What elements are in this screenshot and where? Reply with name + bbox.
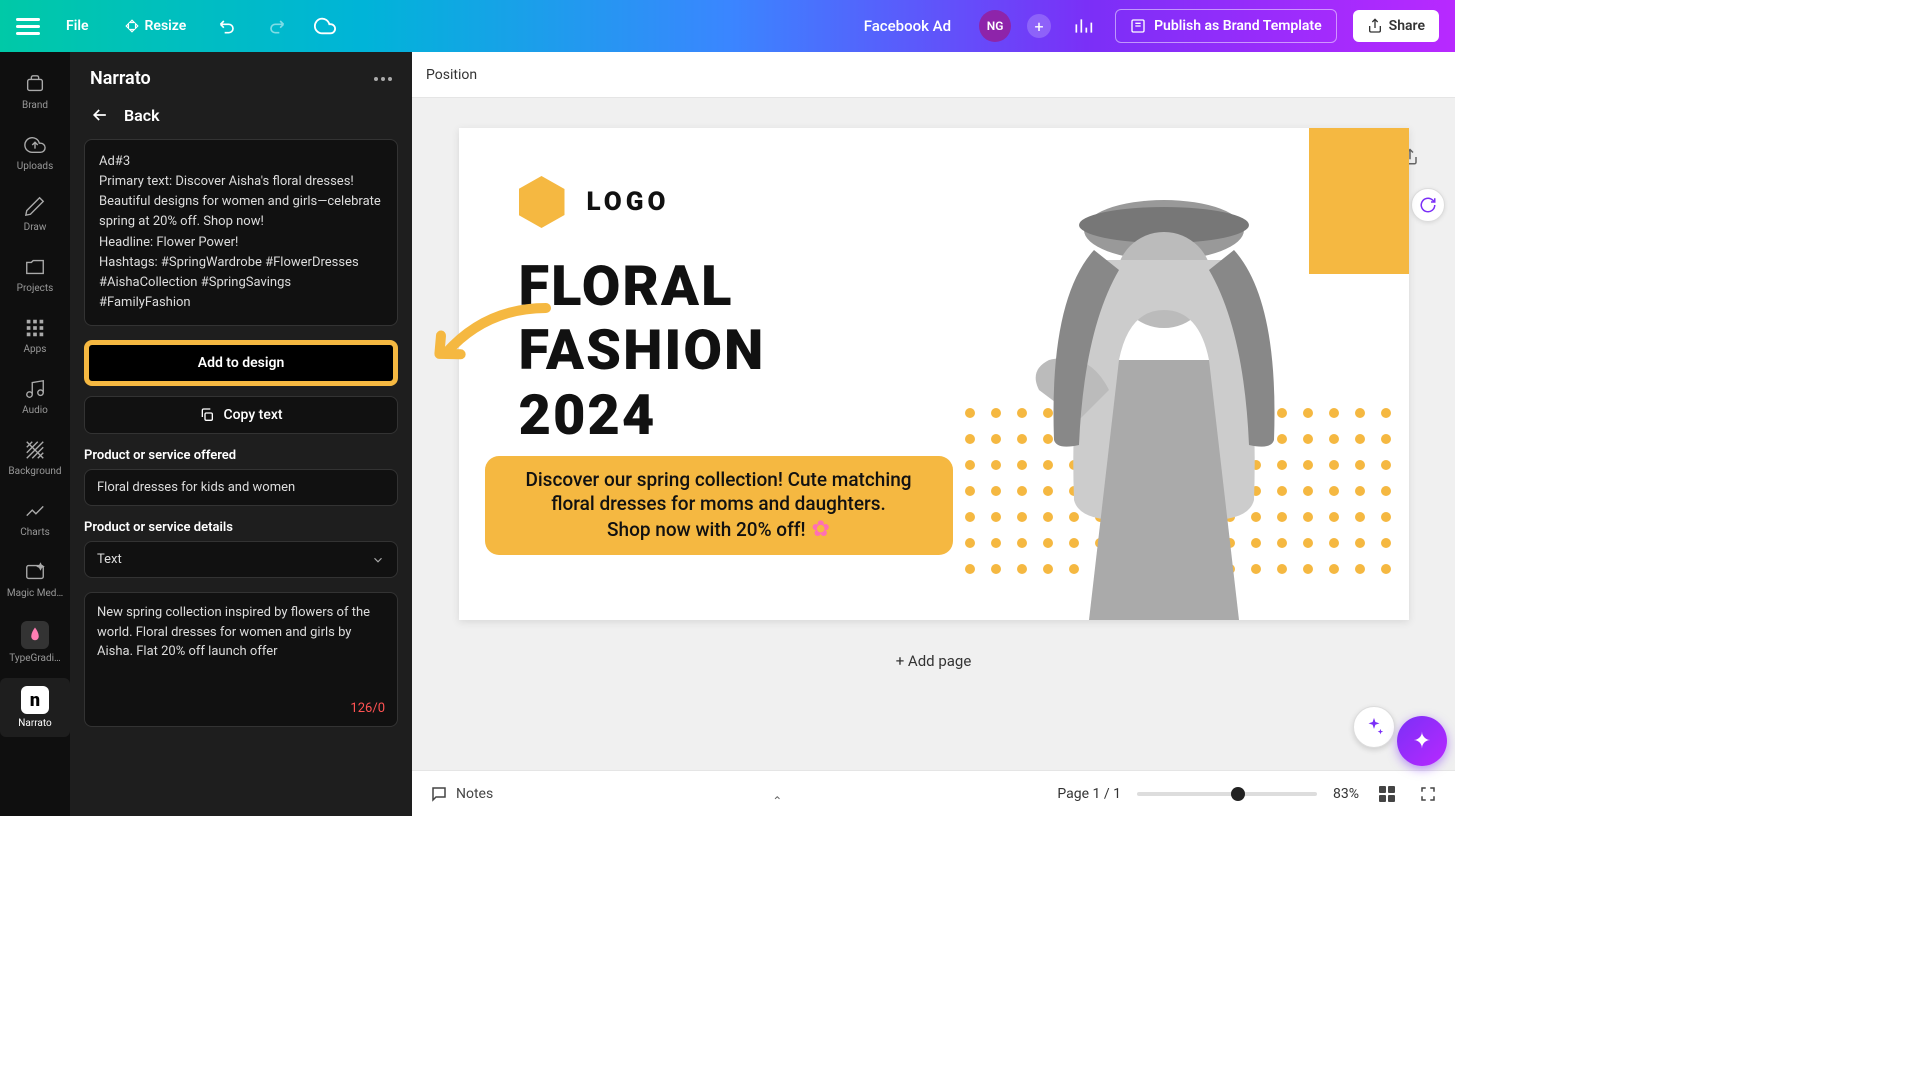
generated-ad-card: Ad#3 Primary text: Discover Aisha's flor…	[84, 139, 398, 326]
add-page-button[interactable]: + Add page	[459, 640, 1409, 682]
main-layout: Brand Uploads Draw Projects Apps Audio B…	[0, 52, 1455, 816]
details-type-select[interactable]: Text	[84, 541, 398, 578]
copy-text-button[interactable]: Copy text	[84, 396, 398, 434]
analytics-button[interactable]	[1067, 10, 1099, 42]
rail-magic-media[interactable]: Magic Med…	[0, 552, 70, 607]
back-label: Back	[124, 106, 160, 125]
logo-text: LOGO	[587, 187, 670, 217]
cloud-sync-icon[interactable]	[308, 9, 342, 43]
details-textarea[interactable]	[97, 603, 385, 689]
details-label: Product or service details	[84, 520, 398, 535]
char-counter: 126/0	[97, 701, 385, 716]
narrato-panel: Narrato Back Ad#3 Primary text: Discover…	[70, 52, 412, 816]
product-input[interactable]	[84, 469, 398, 506]
add-collaborator-button[interactable]: +	[1027, 14, 1051, 38]
zoom-percent[interactable]: 83%	[1333, 786, 1359, 802]
hexagon-icon	[519, 176, 565, 228]
panel-title: Narrato	[90, 68, 151, 89]
expand-pages-button[interactable]: ⌃	[772, 794, 782, 808]
publish-brand-template-button[interactable]: Publish as Brand Template	[1115, 9, 1337, 43]
rail-draw[interactable]: Draw	[0, 186, 70, 241]
page-indicator: Page 1 / 1	[1057, 786, 1121, 802]
copy-icon	[199, 407, 215, 423]
subhead-box: Discover our spring collection! Cute mat…	[485, 456, 953, 555]
regenerate-fab[interactable]	[1411, 188, 1445, 222]
rail-typegradient[interactable]: TypeGradi…	[0, 613, 70, 672]
panel-more-button[interactable]	[374, 77, 392, 81]
add-to-design-button[interactable]: Add to design	[84, 340, 398, 386]
rail-charts[interactable]: Charts	[0, 491, 70, 546]
zoom-slider[interactable]	[1137, 792, 1317, 796]
position-toolbar[interactable]: Position	[412, 52, 1455, 98]
logo-row: LOGO	[519, 176, 670, 228]
rail-uploads[interactable]: Uploads	[0, 125, 70, 180]
product-label: Product or service offered	[84, 448, 398, 463]
grid-view-button[interactable]	[1375, 782, 1399, 806]
model-photo	[979, 160, 1349, 620]
design-page-1[interactable]: LOGO FLORAL FASHION 2024 Discover our sp…	[459, 128, 1409, 620]
annotation-arrow	[416, 298, 556, 398]
rail-narrato[interactable]: n Narrato	[0, 678, 70, 737]
flower-emoji-icon: ✿	[812, 516, 830, 544]
details-textarea-wrapper: 126/0	[84, 592, 398, 727]
rail-brand[interactable]: Brand	[0, 64, 70, 119]
rail-apps[interactable]: Apps	[0, 308, 70, 363]
resize-menu[interactable]: Resize	[115, 12, 197, 40]
undo-button[interactable]	[212, 10, 244, 42]
fullscreen-button[interactable]	[1415, 781, 1441, 807]
magic-fab[interactable]: ✦	[1397, 716, 1447, 766]
top-bar: File Resize Facebook Ad NG + Publish as …	[0, 0, 1455, 52]
user-avatar[interactable]: NG	[979, 10, 1011, 42]
canvas-viewport[interactable]: LOGO FLORAL FASHION 2024 Discover our sp…	[412, 98, 1455, 770]
notes-button[interactable]: Notes	[426, 781, 497, 807]
main-menu-button[interactable]	[16, 14, 40, 38]
canvas-area: Position LOGO	[412, 52, 1455, 816]
rail-projects[interactable]: Projects	[0, 247, 70, 302]
sparkle-fab[interactable]	[1353, 706, 1395, 748]
back-button[interactable]	[90, 105, 110, 125]
footer-bar: Notes ⌃ Page 1 / 1 83%	[412, 770, 1455, 816]
rail-audio[interactable]: Audio	[0, 369, 70, 424]
share-button[interactable]: Share	[1353, 10, 1439, 42]
chevron-down-icon	[371, 553, 385, 567]
file-menu[interactable]: File	[56, 12, 99, 40]
left-icon-rail: Brand Uploads Draw Projects Apps Audio B…	[0, 52, 70, 816]
document-title[interactable]: Facebook Ad	[864, 17, 951, 35]
narrato-logo-icon: n	[21, 686, 49, 714]
rail-background[interactable]: Background	[0, 430, 70, 485]
redo-button[interactable]	[260, 10, 292, 42]
